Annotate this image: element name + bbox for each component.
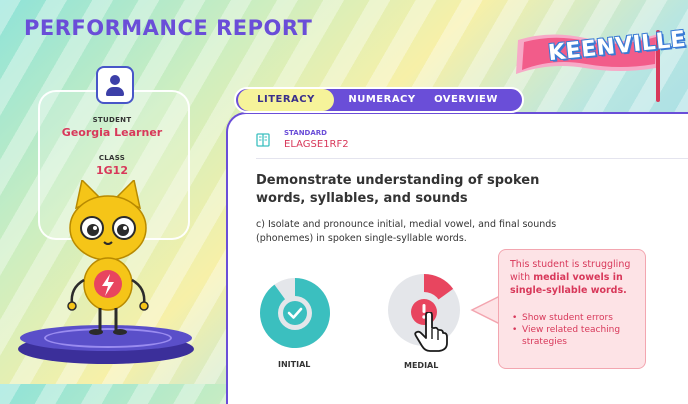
tab-numeracy[interactable]: NUMERACY: [342, 89, 422, 111]
student-label: STUDENT: [92, 116, 132, 124]
callout-message: This student is struggling with medial v…: [510, 258, 640, 297]
user-icon-body: [106, 87, 124, 96]
skill-dial-initial[interactable]: [258, 276, 332, 350]
class-value: 1G12: [96, 164, 128, 177]
student-name: Georgia Learner: [61, 126, 163, 139]
book-icon: [256, 133, 270, 147]
standard-heading: Demonstrate understanding of spoken word…: [256, 173, 540, 206]
standard-code: ELAGSE1RF2: [284, 139, 349, 150]
show-student-errors-link[interactable]: Show student errors: [512, 312, 642, 324]
standard-description: c) Isolate and pronounce initial, medial…: [256, 219, 557, 244]
standard-label: STANDARD: [284, 129, 327, 137]
view-teaching-strategies-link[interactable]: View related teaching strategies: [512, 324, 642, 348]
tab-literacy[interactable]: LITERACY: [238, 89, 334, 111]
subject-tabs: LITERACY NUMERACY OVERVIEW: [234, 87, 524, 113]
class-label: CLASS: [98, 154, 126, 162]
mascot-character: [67, 180, 149, 335]
callout-actions: Show student errors View related teachin…: [512, 312, 642, 348]
skill-label-initial: INITIAL: [278, 360, 311, 369]
page-title: PERFORMANCE REPORT: [24, 16, 313, 40]
hand-pointer-icon: [414, 312, 448, 352]
divider: [256, 158, 688, 159]
avatar: [96, 66, 134, 104]
user-icon: [110, 75, 120, 85]
tab-overview[interactable]: OVERVIEW: [426, 89, 506, 111]
skill-label-medial: MEDIAL: [404, 361, 439, 370]
check-icon: [283, 301, 307, 325]
